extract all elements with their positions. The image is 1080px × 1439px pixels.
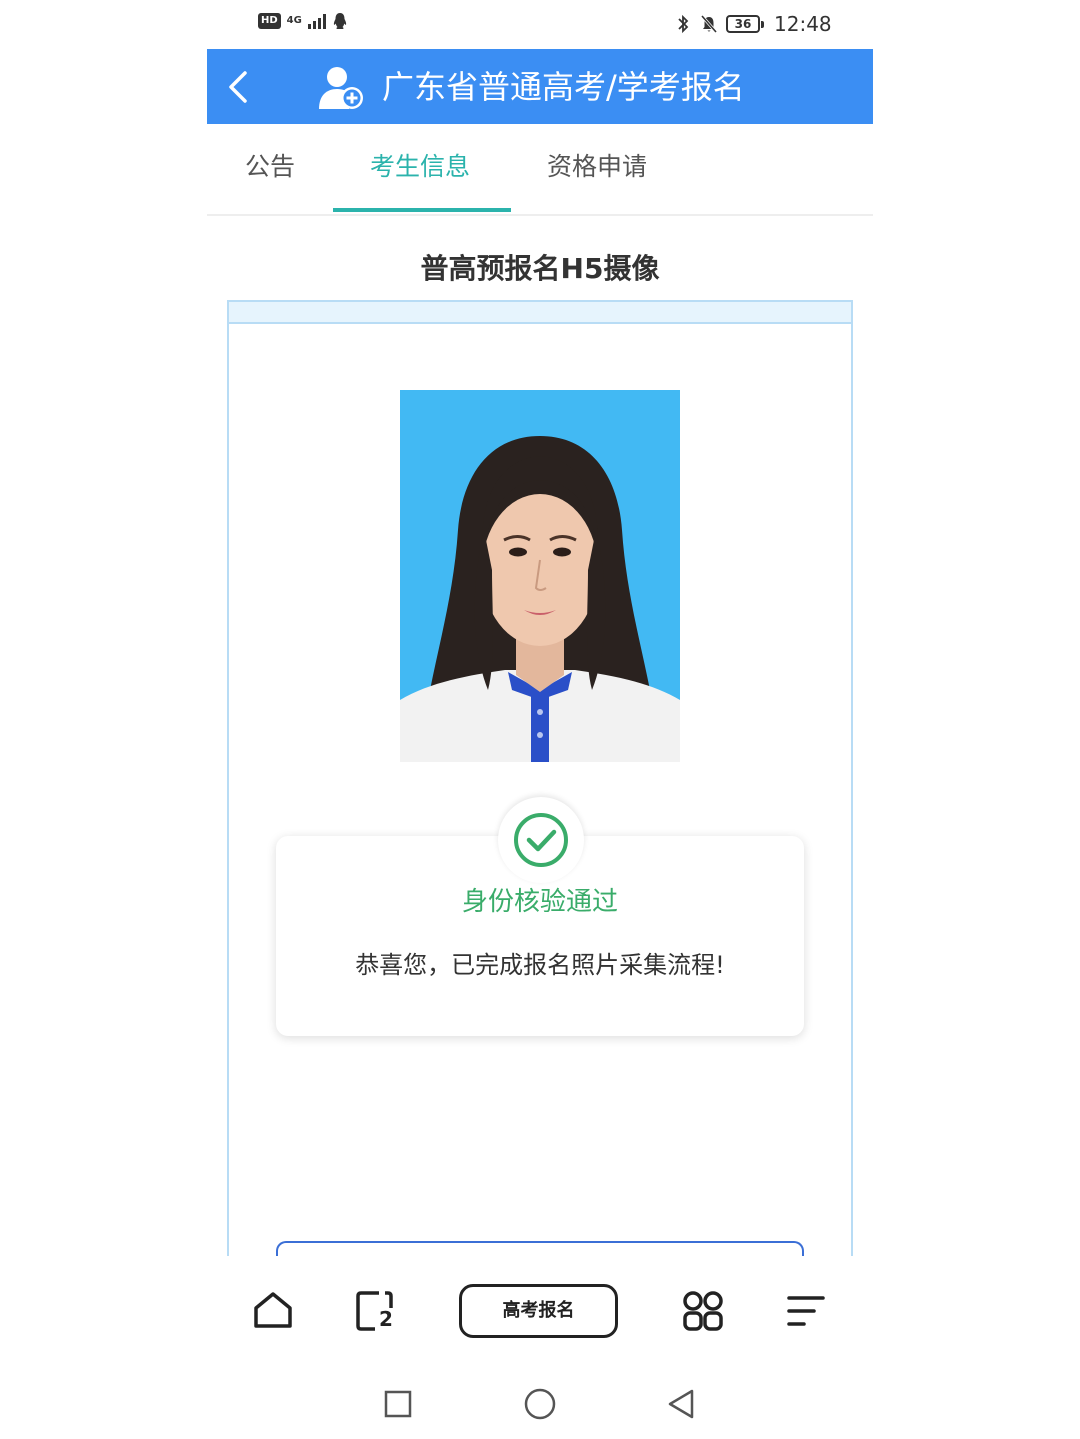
frame-header-strip — [229, 302, 851, 324]
back-triangle-icon[interactable] — [666, 1388, 696, 1420]
network-type: 4G — [286, 15, 302, 26]
status-left: HD 4G — [258, 12, 348, 30]
hd-badge: HD — [258, 13, 281, 29]
signal-icon — [307, 13, 326, 29]
user-add-icon — [319, 67, 363, 109]
page-title: 普高预报名H5摄像 — [420, 252, 660, 285]
status-bar: HD 4G 36 12:48 — [0, 0, 1080, 50]
browser-toolbar: 2 高考报名 — [0, 1256, 1080, 1364]
back-chevron-icon[interactable] — [221, 67, 257, 107]
app-title: 广东省普通高考/学考报名 — [382, 68, 745, 106]
tab-qualification[interactable]: 资格申请 — [547, 151, 647, 183]
verification-message: 恭喜您，已完成报名照片采集流程! — [355, 951, 725, 979]
home-icon[interactable] — [252, 1290, 294, 1330]
tab-bar: 公告 考生信息 资格申请 — [207, 124, 873, 216]
qq-icon — [333, 13, 346, 29]
system-navigation-bar — [0, 1364, 1080, 1439]
tabs-icon[interactable]: 2 — [355, 1290, 397, 1332]
status-right: 36 12:48 — [674, 12, 832, 36]
recents-square-icon[interactable] — [384, 1390, 412, 1418]
apps-grid-icon[interactable] — [682, 1290, 724, 1332]
battery-icon: 36 — [726, 15, 764, 33]
app-header: 广东省普通高考/学考报名 — [207, 49, 873, 124]
verification-title: 身份核验通过 — [461, 887, 618, 917]
home-circle-icon[interactable] — [523, 1387, 557, 1421]
tabs-count: 2 — [379, 1307, 393, 1331]
gaokao-signup-button[interactable]: 高考报名 — [459, 1284, 618, 1338]
clock: 12:48 — [774, 12, 832, 36]
check-circle-icon — [514, 813, 568, 867]
menu-icon[interactable] — [786, 1292, 826, 1330]
tab-student-info[interactable]: 考生信息 — [370, 151, 470, 183]
mute-bell-icon — [700, 15, 718, 33]
tab-active-indicator — [333, 208, 511, 212]
check-circle-badge — [498, 797, 584, 883]
id-photo — [400, 390, 680, 762]
id-photo-illustration — [400, 390, 680, 762]
bluetooth-icon — [678, 14, 689, 34]
tab-announcement[interactable]: 公告 — [245, 151, 295, 183]
